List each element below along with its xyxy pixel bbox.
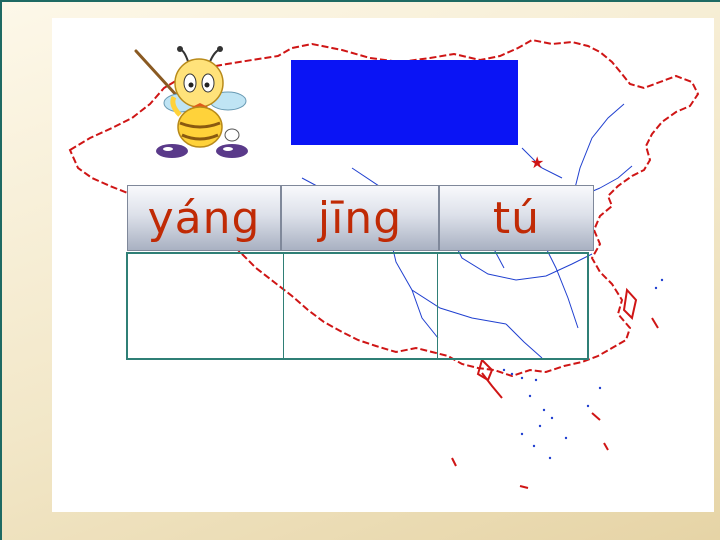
hanzi-cell-1 bbox=[128, 254, 284, 358]
bee-mascot-icon bbox=[134, 46, 248, 158]
hanzi-cell-2 bbox=[284, 254, 438, 358]
title-box bbox=[291, 60, 518, 145]
phrase-line-2 bbox=[108, 458, 568, 502]
pinyin-cell-1: yáng bbox=[127, 185, 281, 251]
hanzi-row bbox=[126, 252, 589, 360]
hanzi-cell-3 bbox=[438, 254, 587, 358]
frame-top-line bbox=[0, 0, 720, 2]
frame-left-line bbox=[0, 0, 2, 540]
pinyin-row: yáng jīng tú bbox=[127, 185, 594, 251]
phrase-line-1 bbox=[108, 380, 568, 424]
pinyin-cell-2: jīng bbox=[281, 185, 439, 251]
capital-star-icon: ★ bbox=[530, 153, 544, 172]
pinyin-cell-3: tú bbox=[439, 185, 594, 251]
